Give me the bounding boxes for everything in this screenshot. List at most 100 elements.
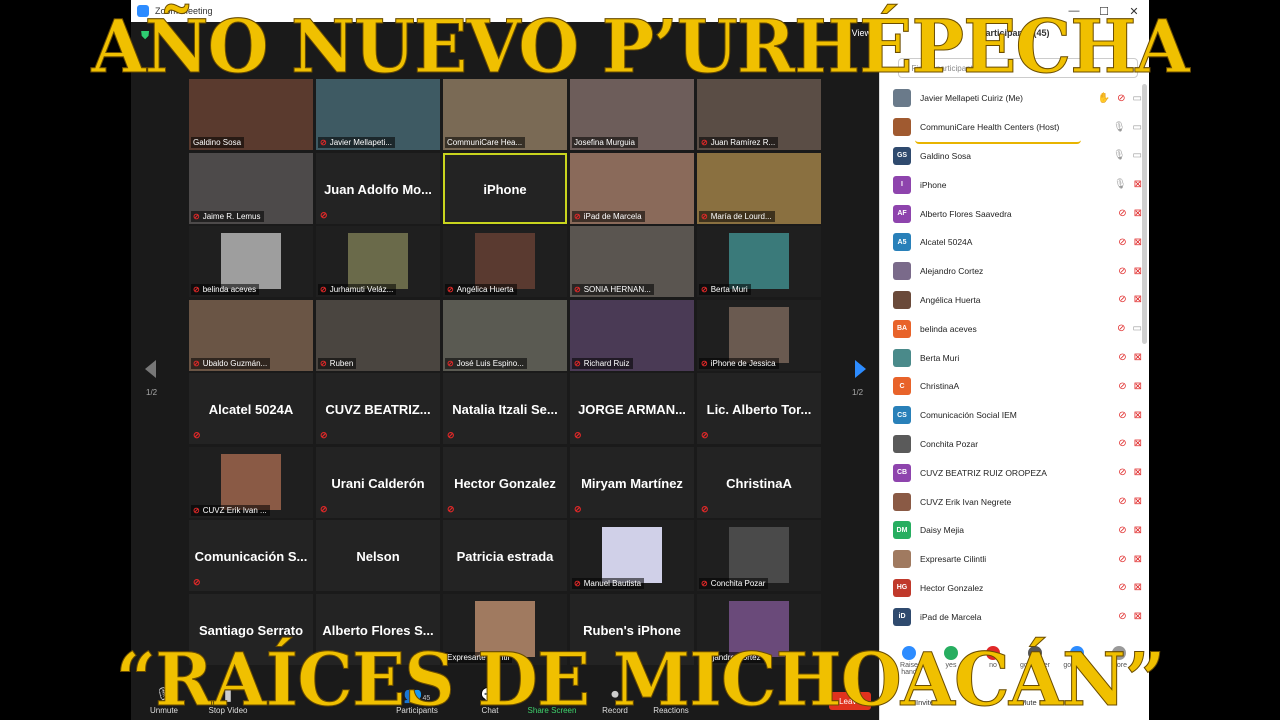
participant-row[interactable]: CommuniCare Health Centers (Host) 🎙 ▭ xyxy=(880,113,1142,142)
muted-microphone-icon: ⊘ xyxy=(193,505,200,515)
participant-status-icons: ⊘ ⊠ xyxy=(1118,582,1142,593)
participant-row[interactable]: HG Hector Gonzalez ⊘ ⊠ xyxy=(880,574,1142,603)
next-page-arrow-icon[interactable] xyxy=(855,360,866,378)
muted-microphone-icon: ⊘ xyxy=(1118,208,1127,220)
video-off-icon: ⊠ xyxy=(1133,236,1142,248)
participant-video-tile[interactable]: JORGE ARMAN... ⊘ xyxy=(570,373,694,444)
participant-row[interactable]: CS Comunicación Social IEM ⊘ ⊠ xyxy=(880,401,1142,430)
participant-status-icons: ⊘ ⊠ xyxy=(1118,525,1142,536)
participant-video-tile[interactable]: Comunicación S... ⊘ xyxy=(189,520,313,591)
muted-microphone-icon: ⊘ xyxy=(701,285,708,294)
tile-participant-name: Patricia estrada xyxy=(456,549,554,564)
participant-video-tile[interactable]: Alcatel 5024A ⊘ xyxy=(189,373,313,444)
participant-name: Expresarte Cilintli xyxy=(920,554,987,565)
muted-microphone-icon: ⊘ xyxy=(1118,467,1127,479)
participant-row[interactable]: Alejandro Cortez ⊘ ⊠ xyxy=(880,257,1142,286)
video-frame xyxy=(475,233,535,289)
participant-name: iPad de Marcela xyxy=(920,611,982,622)
participant-video-tile[interactable]: ⊘ Jurhamuti Veláz... xyxy=(316,226,440,297)
participant-status-icons: ⊘ ⊠ xyxy=(1118,381,1142,392)
participant-row[interactable]: Expresarte Cilintli ⊘ ⊠ xyxy=(880,545,1142,574)
muted-microphone-icon: ⊘ xyxy=(701,138,708,147)
avatar: AF xyxy=(893,204,911,223)
participant-video-tile[interactable]: ⊘ Berta Muri xyxy=(697,226,821,297)
video-off-icon: ⊠ xyxy=(1133,179,1142,191)
avatar xyxy=(893,348,911,367)
participant-video-tile[interactable]: Nelson xyxy=(316,520,440,591)
participant-row[interactable]: IiPhone 🎙 ⊠ xyxy=(880,170,1142,199)
muted-microphone-icon: ⊘ xyxy=(1118,553,1127,565)
muted-microphone-icon: ⊘ xyxy=(574,285,581,294)
tile-participant-name: Lic. Alberto Tor... xyxy=(706,402,812,417)
participant-video-tile[interactable]: CUVZ BEATRIZ... ⊘ xyxy=(316,373,440,444)
avatar: I xyxy=(893,175,911,194)
participant-video-tile[interactable]: ⊘ CUVZ Erik Ivan ... xyxy=(189,446,313,518)
tile-participant-name: Nelson xyxy=(356,549,400,564)
participant-status-icons: 🎙 ▭ xyxy=(1113,150,1142,161)
participant-name: Alcatel 5024A xyxy=(920,237,973,248)
participant-video-tile[interactable]: Juan Adolfo Mo... ⊘ xyxy=(316,152,440,224)
participant-row[interactable]: DM Daisy Mejia ⊘ ⊠ xyxy=(880,516,1142,545)
participant-name: CUVZ BEATRIZ RUIZ OROPEZA xyxy=(920,467,1047,478)
participant-row[interactable]: Conchita Pozar ⊘ ⊠ xyxy=(880,430,1142,459)
participant-video-tile[interactable]: ⊘ Richard Ruiz xyxy=(570,299,694,371)
microphone-icon: 🎙 xyxy=(1112,150,1126,162)
participant-video-tile[interactable]: ⊘ Ruben xyxy=(316,299,440,371)
participant-name: ChristinaA xyxy=(920,381,960,392)
avatar: C xyxy=(893,377,911,396)
participant-video-tile[interactable]: Hector Gonzalez ⊘ xyxy=(443,446,567,518)
muted-microphone-icon: ⊘ xyxy=(1118,236,1127,248)
participant-video-tile[interactable]: Urani Calderón ⊘ xyxy=(316,446,440,518)
participant-video-tile[interactable]: iPhone xyxy=(443,152,567,224)
participant-video-tile[interactable]: Patricia estrada xyxy=(443,520,567,591)
muted-microphone-icon: ⊘ xyxy=(320,430,328,440)
previous-page-arrow-icon[interactable] xyxy=(145,360,156,378)
muted-microphone-icon: ⊘ xyxy=(701,579,708,588)
muted-microphone-icon: ⊘ xyxy=(447,285,454,294)
participant-video-tile[interactable]: ⊘ iPad de Marcela xyxy=(570,152,694,224)
tile-name-label: ⊘ Conchita Pozar xyxy=(699,578,769,589)
tile-name-label: ⊘ Ubaldo Guzmán... xyxy=(191,357,271,369)
video-off-icon: ⊠ xyxy=(1133,380,1142,392)
participant-row[interactable]: A5 Alcatel 5024A ⊘ ⊠ xyxy=(880,228,1142,257)
participant-name: Angélica Huerta xyxy=(920,294,981,305)
participant-name: Comunicación Social IEM xyxy=(920,410,1017,421)
participant-row[interactable]: CUVZ Erik Ivan Negrete ⊘ ⊠ xyxy=(880,487,1142,516)
participant-video-tile[interactable]: Natalia Itzali Se... ⊘ xyxy=(443,373,567,444)
muted-microphone-icon: ⊘ xyxy=(1118,294,1127,306)
participant-video-tile[interactable]: ⊘ iPhone de Jessica xyxy=(697,299,821,371)
participant-row[interactable]: iD iPad de Marcela ⊘ ⊠ xyxy=(880,602,1142,631)
participant-video-tile[interactable]: ⊘ belinda aceves xyxy=(189,226,313,297)
video-camera-icon: ▭ xyxy=(1132,121,1142,133)
participant-row[interactable]: AF Alberto Flores Saavedra ⊘ ⊠ xyxy=(880,199,1142,228)
tile-name-label: CommuniCare Hea... xyxy=(445,137,526,148)
participant-video-tile[interactable]: ChristinaA ⊘ xyxy=(697,446,821,518)
participant-row[interactable]: BA belinda aceves ⊘ ▭ xyxy=(880,314,1142,343)
participant-video-tile[interactable]: ⊘ Angélica Huerta xyxy=(443,226,567,297)
participant-name: Galdino Sosa xyxy=(920,150,972,161)
participant-name: Berta Muri xyxy=(920,352,960,363)
participant-video-tile[interactable]: ⊘ Jaime R. Lemus xyxy=(189,152,313,224)
participant-video-tile[interactable]: Miryam Martínez ⊘ xyxy=(570,446,694,518)
meeting-area: ⛊ View 1/2 1/2 Galdino Sosa ⊘ Javier Mella… xyxy=(131,22,879,720)
participant-video-tile[interactable]: ⊘ Conchita Pozar xyxy=(697,520,821,591)
participant-video-tile[interactable]: ⊘ SONIA HERNAN... xyxy=(570,226,694,297)
participant-video-tile[interactable]: Lic. Alberto Tor... ⊘ xyxy=(697,373,821,444)
participant-row[interactable]: Berta Muri ⊘ ⊠ xyxy=(880,343,1142,372)
participant-list-scrollbar[interactable] xyxy=(1142,84,1147,344)
participant-video-tile[interactable]: ⊘ Manuel Bautista xyxy=(570,520,694,591)
participant-video-tile[interactable]: ⊘ José Luis Espino... xyxy=(443,299,567,371)
muted-microphone-icon: ⊘ xyxy=(193,285,200,294)
participant-video-tile[interactable]: ⊘ Ubaldo Guzmán... xyxy=(189,299,313,371)
participant-name: Alberto Flores Saavedra xyxy=(920,208,1012,219)
avatar xyxy=(893,290,911,309)
participant-row[interactable]: CB CUVZ BEATRIZ RUIZ OROPEZA ⊘ ⊠ xyxy=(880,458,1142,487)
participant-row[interactable]: C ChristinaA ⊘ ⊠ xyxy=(880,372,1142,401)
participant-row[interactable]: GS Galdino Sosa 🎙 ▭ xyxy=(880,142,1142,171)
tile-name-label: ⊘ iPhone de Jessica xyxy=(699,357,779,369)
muted-microphone-icon: ⊘ xyxy=(1117,92,1126,104)
participant-video-tile[interactable]: ⊘ María de Lourd... xyxy=(697,152,821,224)
participant-row[interactable]: Angélica Huerta ⊘ ⊠ xyxy=(880,286,1142,315)
participant-status-icons: ⊘ ⊠ xyxy=(1118,208,1142,219)
video-grid: Galdino Sosa ⊘ Javier Mellapeti... CommuniC… xyxy=(189,79,823,665)
